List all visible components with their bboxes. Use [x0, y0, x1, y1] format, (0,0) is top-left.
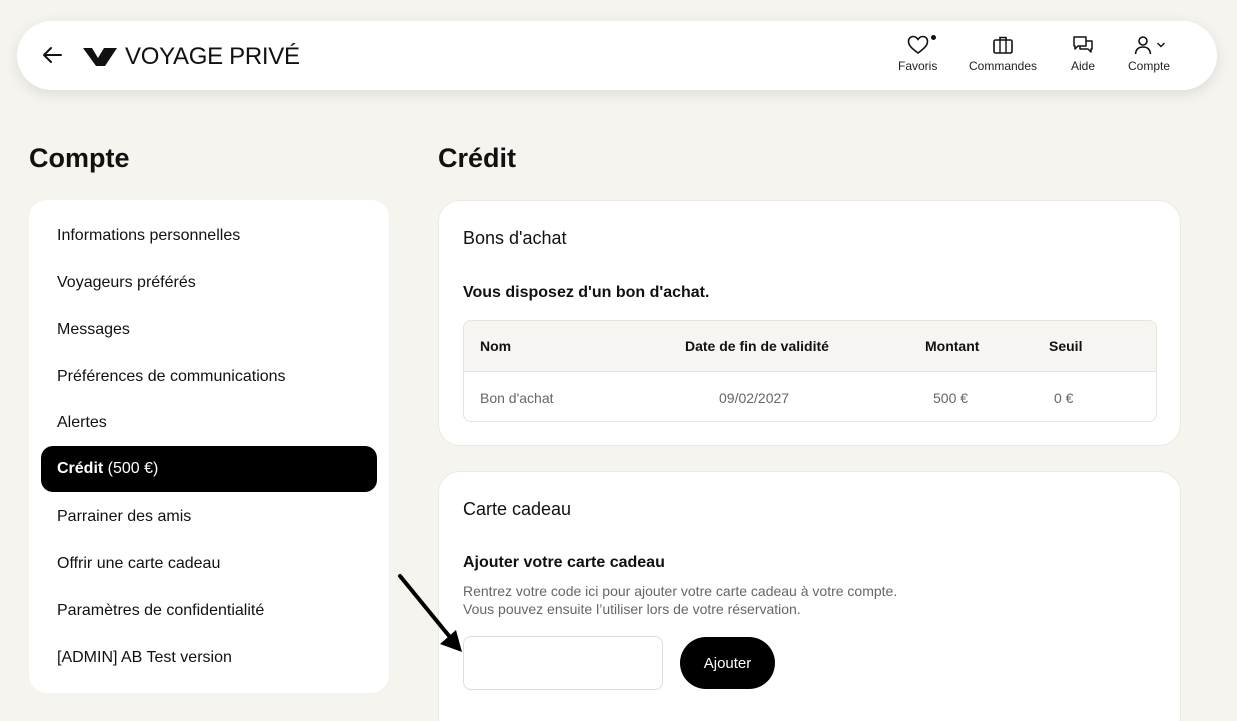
chat-bubbles-icon: [1073, 36, 1093, 53]
giftcard-helper-line1: Rentrez votre code ici pour ajouter votr…: [463, 583, 898, 599]
sidebar-item-confidentialite[interactable]: Paramètres de confidentialité: [41, 588, 377, 634]
sidebar-item-messages[interactable]: Messages: [41, 307, 377, 353]
add-giftcard-button[interactable]: Ajouter: [680, 637, 775, 689]
nav-commandes-label: Commandes: [969, 59, 1038, 73]
sidebar-item-communications[interactable]: Préférences de communications: [41, 354, 377, 400]
sidebar-item-admin-ab-test[interactable]: [ADMIN] AB Test version: [41, 635, 377, 681]
nav-favoris[interactable]: Favoris: [898, 35, 937, 73]
nav-favoris-label: Favoris: [898, 59, 938, 73]
table-row: Bon d'achat 09/02/2027 500 € 0 €: [464, 372, 1156, 421]
nav-compte[interactable]: Compte: [1128, 35, 1170, 73]
cell-montant: 500 €: [933, 389, 969, 406]
giftcard-subtitle: Ajouter votre carte cadeau: [463, 554, 665, 571]
vouchers-table: Nom Date de fin de validité Montant Seui…: [463, 320, 1157, 422]
sidebar-item-alertes[interactable]: Alertes: [41, 400, 377, 446]
nav-compte-label: Compte: [1128, 59, 1171, 73]
giftcard-helper-line2: Vous pouvez ensuite l’utiliser lors de v…: [463, 601, 801, 617]
briefcase-icon: [993, 36, 1013, 54]
cell-nom: Bon d'achat: [480, 389, 554, 406]
page-title: Crédit: [438, 143, 517, 173]
brand-logo[interactable]: VOYAGE PRIVÉ: [83, 43, 300, 71]
sidebar-item-voyageurs[interactable]: Voyageurs préférés: [41, 260, 377, 306]
table-header: Nom Date de fin de validité Montant Seui…: [464, 321, 1156, 372]
sidebar-item-credit-amount: (500 €): [103, 460, 159, 477]
sidebar-item-carte-cadeau[interactable]: Offrir une carte cadeau: [41, 541, 377, 587]
brand-logo-icon: [83, 48, 117, 66]
giftcard-title: Carte cadeau: [463, 499, 572, 519]
pointer-arrow-icon: [398, 574, 462, 652]
top-header: VOYAGE PRIVÉ Favoris Commandes Aide Comp…: [17, 21, 1217, 90]
nav-aide-label: Aide: [1071, 59, 1096, 73]
column-header-seuil: Seuil: [1049, 338, 1083, 354]
column-header-date: Date de fin de validité: [685, 338, 829, 354]
user-icon: [1134, 36, 1151, 55]
sidebar-item-credit-label: Crédit: [57, 460, 104, 477]
brand-name: VOYAGE PRIVÉ: [125, 43, 300, 70]
chevron-down-icon: [1156, 42, 1165, 48]
sidebar-title: Compte: [29, 143, 130, 173]
cell-seuil: 0 €: [1054, 389, 1074, 406]
vouchers-card: Bons d'achat Vous disposez d'un bon d'ac…: [438, 200, 1181, 446]
nav-commandes[interactable]: Commandes: [969, 35, 1037, 73]
vouchers-title: Bons d'achat: [463, 228, 567, 248]
column-header-nom: Nom: [480, 338, 512, 354]
giftcard-code-input[interactable]: [463, 636, 663, 690]
giftcard-card: Carte cadeau Ajouter votre carte cadeau …: [438, 471, 1181, 721]
account-sidebar: Informations personnelles Voyageurs préf…: [29, 200, 389, 693]
sidebar-item-credit[interactable]: Crédit (500 €): [41, 446, 377, 492]
cell-date: 09/02/2027: [719, 389, 790, 406]
notification-dot: [930, 35, 936, 40]
heart-icon: [907, 35, 928, 54]
column-header-montant: Montant: [925, 338, 980, 354]
back-arrow-icon[interactable]: [41, 44, 63, 66]
sidebar-item-informations[interactable]: Informations personnelles: [41, 213, 377, 259]
vouchers-subtitle: Vous disposez d'un bon d'achat.: [463, 284, 710, 301]
sidebar-item-parrainer[interactable]: Parrainer des amis: [41, 494, 377, 540]
nav-aide[interactable]: Aide: [1071, 35, 1095, 73]
